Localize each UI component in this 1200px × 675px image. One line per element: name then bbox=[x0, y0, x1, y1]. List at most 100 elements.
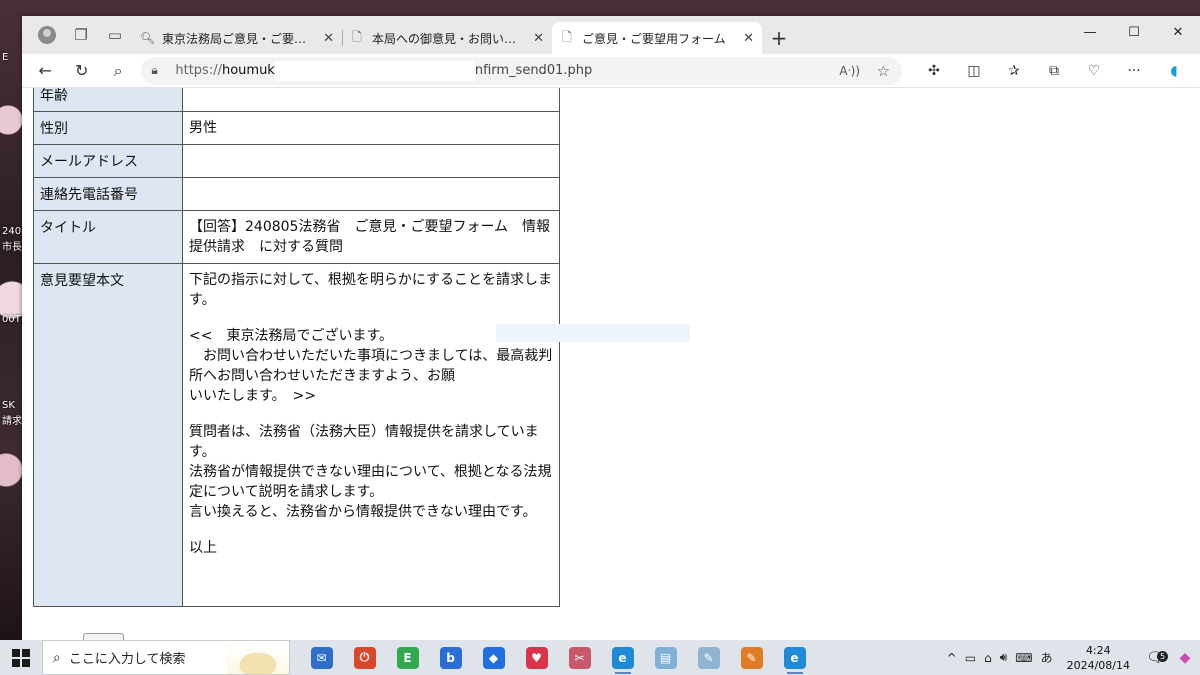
desktop-icon-label[interactable]: E bbox=[2, 52, 8, 63]
taskbar-app-button[interactable]: ✎ bbox=[687, 640, 730, 675]
table-row: 性別 男性 bbox=[33, 111, 560, 145]
taskbar-app-button[interactable]: ✂ bbox=[558, 640, 601, 675]
vertical-tabs-icon: ▭ bbox=[107, 26, 123, 44]
body-paragraph: 以上 bbox=[189, 540, 217, 556]
tab-contact-info[interactable]: 🗋 本局への御意見・お問い合わせ先一 ✕ bbox=[342, 22, 552, 54]
search-button[interactable]: ⌕ bbox=[101, 56, 135, 86]
submit-button[interactable] bbox=[83, 633, 124, 640]
window-controls: — ☐ ✕ bbox=[1068, 16, 1200, 48]
show-hidden-icons-button[interactable]: ^ bbox=[943, 651, 961, 665]
notification-center-button[interactable]: 🗨︎ 5 bbox=[1140, 650, 1170, 666]
battery-icon[interactable]: ▭ bbox=[961, 651, 980, 665]
collections-button[interactable]: ⧉ bbox=[1034, 56, 1074, 86]
close-window-button[interactable]: ✕ bbox=[1156, 16, 1200, 48]
copilot-button[interactable]: ◖ bbox=[1154, 56, 1194, 86]
taskbar-app-button[interactable]: ⏻ bbox=[343, 640, 386, 675]
bing-icon: b bbox=[439, 646, 462, 669]
refresh-button[interactable]: ↻ bbox=[64, 56, 98, 86]
taskbar-app-button[interactable]: E bbox=[386, 640, 429, 675]
taskbar-app-button[interactable]: ◆ bbox=[472, 640, 515, 675]
pinned-apps: ✉ ⏻ Eb ◆ ♥ ✂ e ▤ ✎ ✎ e bbox=[300, 640, 816, 675]
notebook-app-icon: ▤ bbox=[654, 646, 677, 669]
close-tab-button[interactable]: ✕ bbox=[323, 31, 334, 46]
keyboard-icon[interactable]: ⌨ bbox=[1011, 651, 1036, 665]
split-screen-button[interactable]: ◫ bbox=[954, 56, 994, 86]
row-label: 意見要望本文 bbox=[33, 263, 183, 607]
address-bar[interactable]: 🔒︎ https:// houmuk nfirm_send01.php Aᐧ))… bbox=[141, 56, 903, 85]
taskbar-search[interactable]: ⌕ ここに入力して検索 bbox=[42, 640, 290, 675]
close-tab-button[interactable]: ✕ bbox=[533, 31, 544, 46]
row-label: メールアドレス bbox=[33, 144, 183, 178]
close-tab-button[interactable]: ✕ bbox=[743, 31, 754, 46]
new-tab-button[interactable]: + bbox=[762, 22, 796, 54]
message-body: 下記の指示に対して、根拠を明らかにすることを請求します。 << 東京法務局でござ… bbox=[182, 263, 560, 607]
desktop-icon-label[interactable]: SK bbox=[2, 400, 15, 411]
taskbar-app-button[interactable]: e bbox=[773, 640, 816, 675]
clock[interactable]: 4:24 2024/08/14 bbox=[1057, 643, 1140, 673]
row-label: タイトル bbox=[33, 210, 183, 264]
row-value bbox=[182, 88, 560, 112]
favorites-button[interactable]: ✰ bbox=[994, 56, 1034, 86]
table-row: 意見要望本文 下記の指示に対して、根拠を明らかにすることを請求します。 << 東… bbox=[33, 263, 560, 607]
body-line: いいたします。 >> bbox=[189, 388, 317, 404]
desktop-icon-label[interactable]: 00T bbox=[2, 314, 21, 325]
body-line: 言い換えると、法務省から情報提供できない理由です。 bbox=[189, 504, 537, 520]
body-line: お問い合わせいただいた事項につきましては、最高裁判所へお問い合わせいただきますよ… bbox=[189, 348, 553, 384]
dropbox-icon: ◆ bbox=[482, 646, 505, 669]
body-paragraph: 下記の指示に対して、根拠を明らかにすることを請求します。 bbox=[189, 272, 553, 308]
taskbar-app-button[interactable]: ✎ bbox=[730, 640, 773, 675]
toolbar: ✣ ◫ ✰ ⧉ ♡ ··· ◖ bbox=[914, 56, 1194, 86]
minimize-button[interactable]: — bbox=[1068, 16, 1112, 48]
copilot-taskbar-button[interactable]: ◆ bbox=[1170, 650, 1200, 666]
power-app-icon: ⏻ bbox=[353, 646, 376, 669]
copilot-icon: ◆ bbox=[1179, 649, 1191, 666]
arrow-left-icon: ← bbox=[38, 61, 52, 80]
row-label: 性別 bbox=[33, 111, 183, 145]
row-label: 年齢 bbox=[33, 88, 183, 112]
taskbar-app-button[interactable]: b bbox=[429, 640, 472, 675]
edge-icon-2: e bbox=[783, 646, 806, 669]
read-aloud-icon[interactable]: Aᐧ)) bbox=[839, 64, 860, 78]
avatar-icon bbox=[38, 26, 56, 44]
body-line: 質問者は、法務省（法務大臣）情報提供を請求しています。 bbox=[189, 424, 539, 460]
puzzle-icon: ✣ bbox=[928, 62, 940, 79]
windows-logo-icon bbox=[12, 658, 20, 667]
taskbar-app-button[interactable]: e bbox=[601, 640, 644, 675]
desktop-icon-label[interactable]: 市長 bbox=[2, 238, 22, 253]
workspaces-button[interactable]: ❐ bbox=[64, 16, 98, 54]
taskbar-app-button[interactable]: ▤ bbox=[644, 640, 687, 675]
workspaces-icon: ❐ bbox=[74, 26, 88, 44]
tab-actions-button[interactable]: ▭ bbox=[98, 16, 132, 54]
search-placeholder: ここに入力して検索 bbox=[68, 652, 186, 667]
tab-feedback-form[interactable]: 🗋 ご意見・ご要望用フォーム ✕ bbox=[552, 22, 762, 54]
tab-label: ご意見・ご要望用フォーム bbox=[582, 31, 726, 46]
settings-menu-button[interactable]: ··· bbox=[1114, 56, 1154, 86]
network-icon[interactable]: ⌂ bbox=[980, 651, 996, 665]
split-screen-icon: ◫ bbox=[967, 62, 981, 79]
favorites-icon: ✰ bbox=[1008, 62, 1020, 79]
taskbar-app-button[interactable]: ♥ bbox=[515, 640, 558, 675]
page-content: 年齢 性別 男性 メールアドレス 連絡先電話番号 タイトル 【回答】240805… bbox=[22, 88, 1200, 640]
volume-icon[interactable]: 🔊︎ bbox=[996, 650, 1012, 665]
row-value bbox=[182, 177, 560, 211]
profile-button[interactable] bbox=[30, 16, 64, 54]
browser-essentials-button[interactable]: ♡ bbox=[1074, 56, 1114, 86]
extensions-button[interactable]: ✣ bbox=[914, 56, 954, 86]
favorite-star-icon[interactable]: ☆ bbox=[877, 62, 890, 80]
start-button[interactable] bbox=[0, 640, 42, 675]
back-button[interactable]: ← bbox=[28, 56, 62, 86]
taskbar-app-button[interactable]: ✉ bbox=[300, 640, 343, 675]
desktop-icon-label[interactable]: 請求 bbox=[2, 412, 22, 427]
system-tray: ^ ▭ ⌂ 🔊︎ ⌨ あ 4:24 2024/08/14 🗨︎ 5 ◆ bbox=[943, 640, 1200, 675]
body-line: 法務省が情報提供できない理由について、根拠となる法規定について説明を請求します。 bbox=[189, 464, 552, 500]
page-icon: 🗋 bbox=[562, 29, 572, 44]
taskbar: ⌕ ここに入力して検索 ✉ ⏻ Eb ◆ ♥ ✂ e ▤ ✎ ✎ e ^ ▭ ⌂ 🔊︎ ⌨ あ 4:… bbox=[0, 640, 1200, 675]
mail-icon: ✉ bbox=[310, 646, 333, 669]
document-app-icon: ✎ bbox=[740, 646, 763, 669]
page-icon: 🗋 bbox=[352, 29, 362, 44]
maximize-button[interactable]: ☐ bbox=[1112, 16, 1156, 48]
row-value bbox=[182, 144, 560, 178]
tab-tokyo-bureau[interactable]: 🔍︎ 東京法務局ご意見・ご要望フォーム - ✕ bbox=[132, 22, 342, 54]
ime-indicator[interactable]: あ bbox=[1037, 649, 1057, 666]
search-icon: ⌕ bbox=[53, 649, 61, 666]
